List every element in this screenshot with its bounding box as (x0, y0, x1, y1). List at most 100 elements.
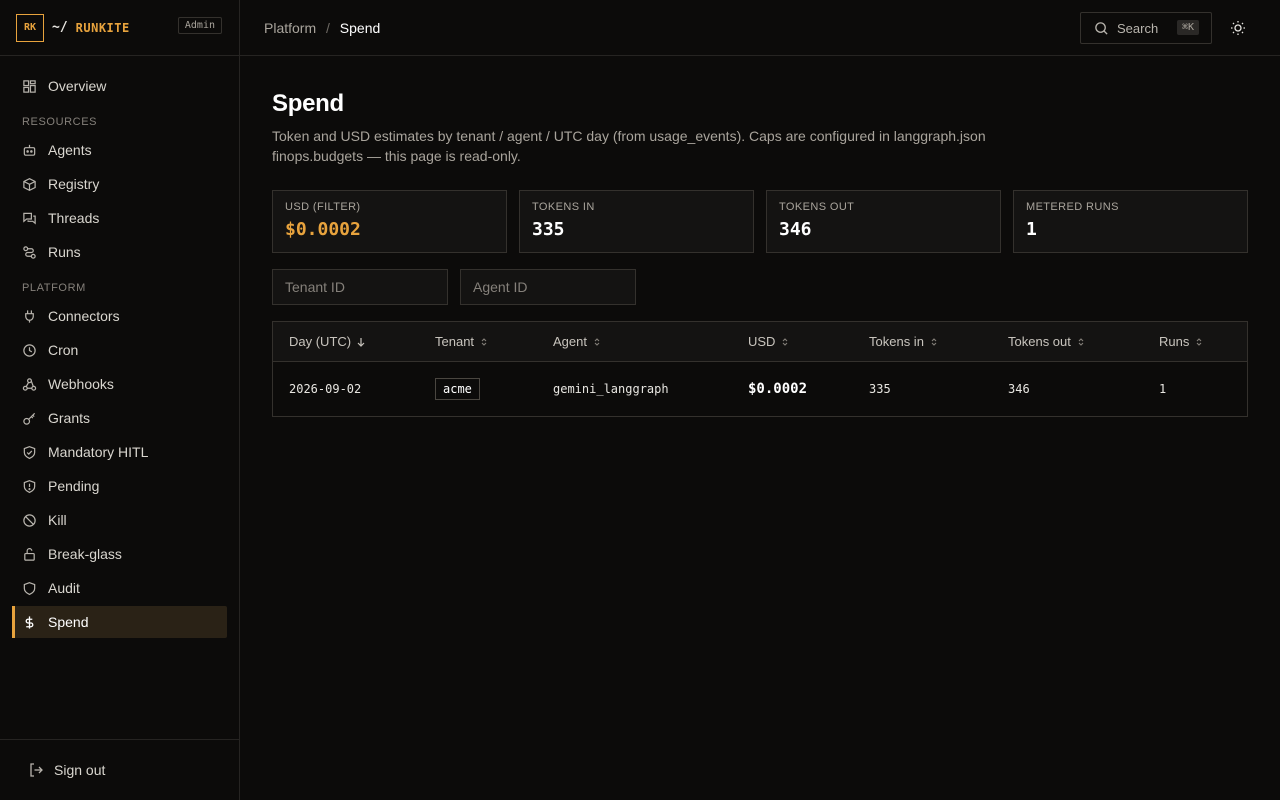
cell-usd: $0.0002 (748, 381, 869, 397)
sidebar-item-runs[interactable]: Runs (12, 236, 227, 268)
stat-label: TOKENS OUT (779, 201, 855, 213)
sidebar-item-label: Agents (48, 142, 92, 158)
brand-tilde: ~/ (52, 20, 68, 35)
stat-card-tokens-out: TOKENS OUT 346 (766, 190, 1001, 253)
usd-value: $0.0002 (748, 381, 808, 397)
sidebar-item-label: Mandatory HITL (48, 444, 149, 460)
page-description: Token and USD estimates by tenant / agen… (272, 128, 986, 164)
bot-icon (23, 144, 36, 156)
sidebar-item-spend[interactable]: Spend (12, 606, 227, 638)
sidebar-item-label: Runs (48, 244, 81, 260)
column-label: Tokens out (1008, 334, 1071, 349)
topbar: Platform / Spend Search ⌘K (240, 0, 1280, 56)
sidebar-item-audit[interactable]: Audit (12, 572, 227, 604)
stat-card-tokens-in: TOKENS IN 335 (519, 190, 754, 253)
sidebar-item-connectors[interactable]: Connectors (12, 300, 227, 332)
column-label: Tenant (435, 334, 475, 349)
stat-value: 335 (532, 219, 565, 240)
table-row[interactable]: 2026-09-02 acme gemini_langgraph $0.0002… (273, 362, 1247, 416)
search-label: Search (1117, 20, 1159, 36)
arrow-down-icon (357, 337, 365, 347)
sidebar-item-label: Break-glass (48, 546, 122, 562)
sidebar-item-webhooks[interactable]: Webhooks (12, 368, 227, 400)
tenant-id-input[interactable] (272, 269, 448, 305)
column-header-agent[interactable]: Agent (553, 334, 748, 349)
route-icon (23, 245, 36, 259)
column-header-tokens-in[interactable]: Tokens in (869, 334, 1008, 349)
stat-value: 1 (1026, 219, 1037, 240)
sidebar-item-label: Webhooks (48, 376, 114, 392)
column-header-tokens-out[interactable]: Tokens out (1008, 334, 1159, 349)
agent-id-input[interactable] (460, 269, 636, 305)
column-label: Day (UTC) (289, 334, 352, 349)
sidebar-item-label: Audit (48, 580, 80, 596)
dollar-icon (25, 615, 34, 629)
sun-icon[interactable] (1230, 20, 1246, 36)
column-header-day[interactable]: Day (UTC) (273, 334, 435, 349)
section-platform: PLATFORM (22, 282, 86, 294)
sidebar-item-label: Pending (48, 478, 100, 494)
brand-name[interactable]: RUNKITE (76, 21, 130, 35)
cell-tenant: acme (435, 378, 553, 400)
sign-out-label: Sign out (54, 762, 106, 778)
table-header: Day (UTC) Tenant Agent USD Tokens in Tok… (273, 322, 1247, 362)
column-label: Tokens in (869, 334, 924, 349)
sidebar-item-threads[interactable]: Threads (12, 202, 227, 234)
sort-icon (594, 337, 600, 346)
sign-out-button[interactable]: Sign out (0, 739, 239, 800)
sidebar-item-cron[interactable]: Cron (12, 334, 227, 366)
breadcrumb-separator: / (326, 19, 330, 36)
sidebar-item-label: Connectors (48, 308, 120, 324)
key-icon (23, 412, 36, 425)
sort-icon (931, 337, 937, 346)
stat-label: METERED RUNS (1026, 201, 1119, 213)
cell-tokens-in: 335 (869, 382, 891, 396)
column-header-runs[interactable]: Runs (1159, 334, 1239, 349)
sidebar-item-label: Registry (48, 176, 100, 192)
main-content: Spend Token and USD estimates by tenant … (272, 90, 1248, 417)
section-resources: RESOURCES (22, 116, 98, 128)
sidebar-item-agents[interactable]: Agents (12, 134, 227, 166)
clock-icon (23, 343, 36, 357)
stats-row: USD (FILTER) $0.0002 TOKENS IN 335 TOKEN… (272, 190, 1248, 253)
sidebar-item-overview[interactable]: Overview (12, 70, 227, 102)
breadcrumb-parent[interactable]: Platform (264, 20, 316, 36)
unlock-icon (24, 547, 35, 561)
sidebar: RK ~/ RUNKITE Admin Overview RESOURCES A… (0, 0, 240, 800)
log-out-icon (30, 763, 43, 777)
column-header-tenant[interactable]: Tenant (435, 334, 553, 349)
sort-icon (481, 337, 487, 346)
stat-value: $0.0002 (285, 219, 361, 240)
webhook-icon (22, 377, 37, 391)
tenant-tag[interactable]: acme (435, 378, 480, 400)
column-label: Agent (553, 334, 587, 349)
sidebar-nav: Overview RESOURCES Agents Registry Threa… (0, 56, 239, 638)
search-button[interactable]: Search ⌘K (1080, 12, 1212, 44)
column-label: Runs (1159, 334, 1190, 349)
cell-agent: gemini_langgraph (553, 382, 669, 396)
package-icon (23, 177, 36, 191)
cell-tokens-out: 346 (1008, 382, 1030, 396)
stat-label: USD (FILTER) (285, 201, 361, 213)
sidebar-item-kill[interactable]: Kill (12, 504, 227, 536)
brand-logo[interactable]: RK (16, 13, 44, 42)
sidebar-item-pending[interactable]: Pending (12, 470, 227, 502)
shield-icon (23, 581, 36, 595)
breadcrumb: Platform / Spend (264, 20, 380, 36)
spend-table: Day (UTC) Tenant Agent USD Tokens in Tok… (272, 321, 1248, 417)
sidebar-item-label: Grants (48, 410, 91, 426)
brand-header: RK ~/ RUNKITE Admin (0, 0, 239, 56)
dashboard-icon (23, 79, 36, 93)
sort-icon (783, 337, 788, 346)
messages-icon (23, 212, 36, 224)
stat-label: TOKENS IN (532, 201, 595, 213)
column-header-usd[interactable]: USD (748, 334, 869, 349)
sidebar-item-break-glass[interactable]: Break-glass (12, 538, 227, 570)
sidebar-item-registry[interactable]: Registry (12, 168, 227, 200)
stat-card-usd: USD (FILTER) $0.0002 (272, 190, 507, 253)
column-label: USD (748, 334, 776, 349)
stat-value: 346 (779, 219, 812, 240)
sidebar-item-mandatory-hitl[interactable]: Mandatory HITL (12, 436, 227, 468)
sidebar-item-grants[interactable]: Grants (12, 402, 227, 434)
ban-icon (23, 513, 36, 527)
